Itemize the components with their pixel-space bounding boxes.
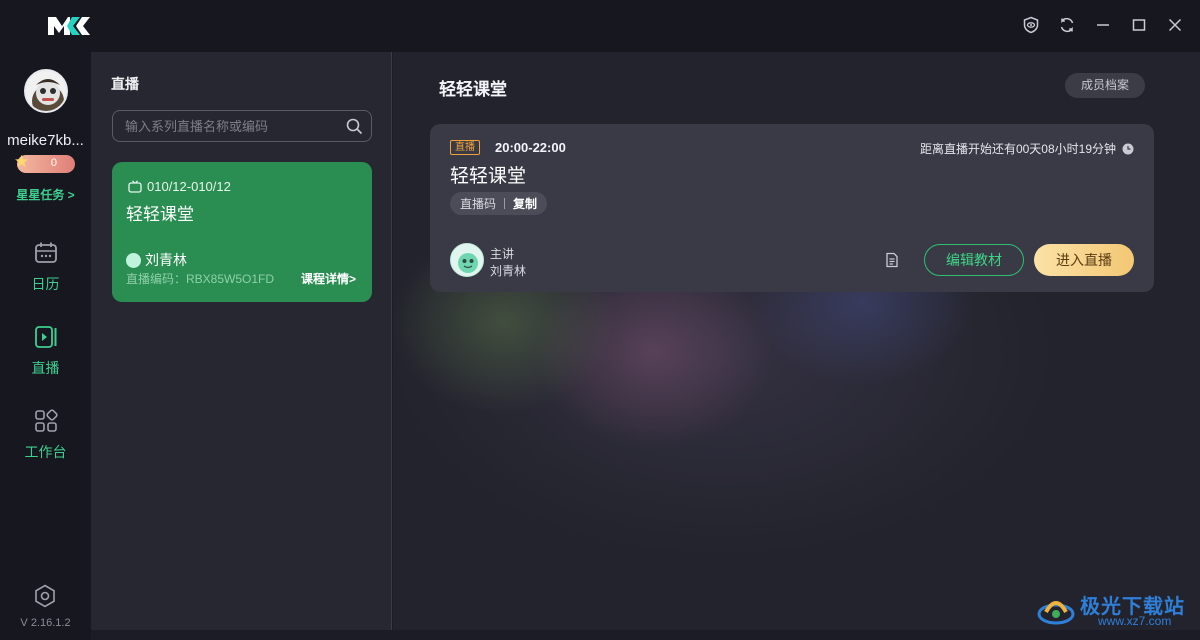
enter-live-button[interactable]: 进入直播 bbox=[1034, 244, 1134, 276]
username: meike7kb... bbox=[7, 132, 84, 149]
live-code-label: 直播码 bbox=[460, 197, 497, 211]
edit-material-button[interactable]: 编辑教材 bbox=[924, 244, 1024, 276]
host-avatar bbox=[450, 243, 484, 277]
host-name: 刘青林 bbox=[490, 264, 527, 278]
tv-icon bbox=[128, 179, 142, 193]
nav-rail: meike7kb... ★ 0 星星任务 > 日历 直播 工作台 V 2.16.… bbox=[0, 52, 91, 640]
live-code-chip: 直播码 复制 bbox=[450, 192, 548, 215]
host-role: 主讲 bbox=[490, 247, 515, 261]
nav-label-live: 直播 bbox=[31, 360, 60, 376]
list-title: 直播 bbox=[111, 76, 139, 92]
settings-icon[interactable] bbox=[33, 584, 57, 608]
live-video-icon bbox=[34, 326, 56, 348]
star-tasks-link[interactable]: 星星任务 > bbox=[0, 186, 91, 203]
session-card: 直播 20:00-22:00 距离直播开始还有00天08小时19分钟 轻轻课堂 … bbox=[430, 124, 1154, 292]
level-value: 0 bbox=[50, 157, 57, 169]
countdown-text: 距离直播开始还有00天08小时19分钟 bbox=[919, 142, 1116, 156]
watermark-url: www.xz7.com bbox=[1098, 614, 1172, 628]
nav-label-calendar: 日历 bbox=[31, 276, 60, 292]
course-card[interactable]: 010/12-010/12 轻轻课堂 刘青林 直播编码：RBX85W5O1FD … bbox=[112, 162, 372, 302]
search-icon[interactable] bbox=[346, 118, 363, 135]
nav-item-calendar[interactable]: 日历 bbox=[0, 240, 91, 294]
search-box bbox=[112, 110, 372, 142]
maximize-icon[interactable] bbox=[1128, 14, 1150, 36]
page-title: 轻轻课堂 bbox=[439, 80, 507, 99]
countdown: 距离直播开始还有00天08小时19分钟 bbox=[920, 140, 1134, 157]
session-title: 轻轻课堂 bbox=[450, 166, 527, 187]
watermark: 极光下载站 www.xz7.com bbox=[1036, 586, 1196, 636]
avatar[interactable] bbox=[24, 69, 68, 113]
course-live-code: 直播编码：RBX85W5O1FD bbox=[126, 272, 275, 286]
shield-eye-icon[interactable] bbox=[1020, 14, 1042, 36]
main-panel: 轻轻课堂 成员档案 直播 20:00-22:00 距离直播开始还有00天08小时… bbox=[393, 52, 1200, 630]
calendar-icon bbox=[34, 242, 57, 263]
minimize-icon[interactable] bbox=[1092, 14, 1114, 36]
course-detail-link[interactable]: 课程详情> bbox=[301, 270, 356, 287]
live-badge: 直播 bbox=[450, 140, 480, 155]
star-icon: ★ bbox=[14, 152, 30, 171]
level-badge: ★ 0 bbox=[14, 152, 75, 173]
session-time: 20:00-22:00 bbox=[495, 140, 566, 155]
course-title: 轻轻课堂 bbox=[126, 205, 194, 224]
close-icon[interactable] bbox=[1164, 14, 1186, 36]
course-teacher: 刘青林 bbox=[126, 250, 187, 270]
workbench-grid-icon bbox=[34, 409, 58, 432]
course-date: 010/12-010/12 bbox=[128, 179, 231, 194]
mk-logo-icon bbox=[48, 17, 90, 35]
divider bbox=[504, 198, 506, 209]
copy-code-button[interactable]: 复制 bbox=[513, 195, 537, 212]
nav-item-live[interactable]: 直播 bbox=[0, 324, 91, 378]
sync-icon[interactable] bbox=[1056, 14, 1078, 36]
app-version: V 2.16.1.2 bbox=[20, 617, 71, 629]
live-list-panel: 直播 010/12-010/12 轻轻课堂 刘青林 直播编码：RBX85W5O1… bbox=[91, 52, 392, 630]
watermark-logo-icon bbox=[1037, 601, 1075, 625]
nav-label-workbench: 工作台 bbox=[24, 444, 67, 460]
nav-item-workbench[interactable]: 工作台 bbox=[0, 408, 91, 462]
search-input[interactable] bbox=[125, 111, 335, 141]
document-icon[interactable] bbox=[884, 252, 900, 268]
teacher-avatar bbox=[126, 252, 141, 268]
teacher-name: 刘青林 bbox=[145, 252, 187, 268]
member-profile-button[interactable]: 成员档案 bbox=[1065, 73, 1145, 98]
course-date-range: 010/12-010/12 bbox=[147, 179, 231, 194]
title-bar bbox=[0, 0, 1200, 52]
clock-icon bbox=[1122, 143, 1134, 154]
